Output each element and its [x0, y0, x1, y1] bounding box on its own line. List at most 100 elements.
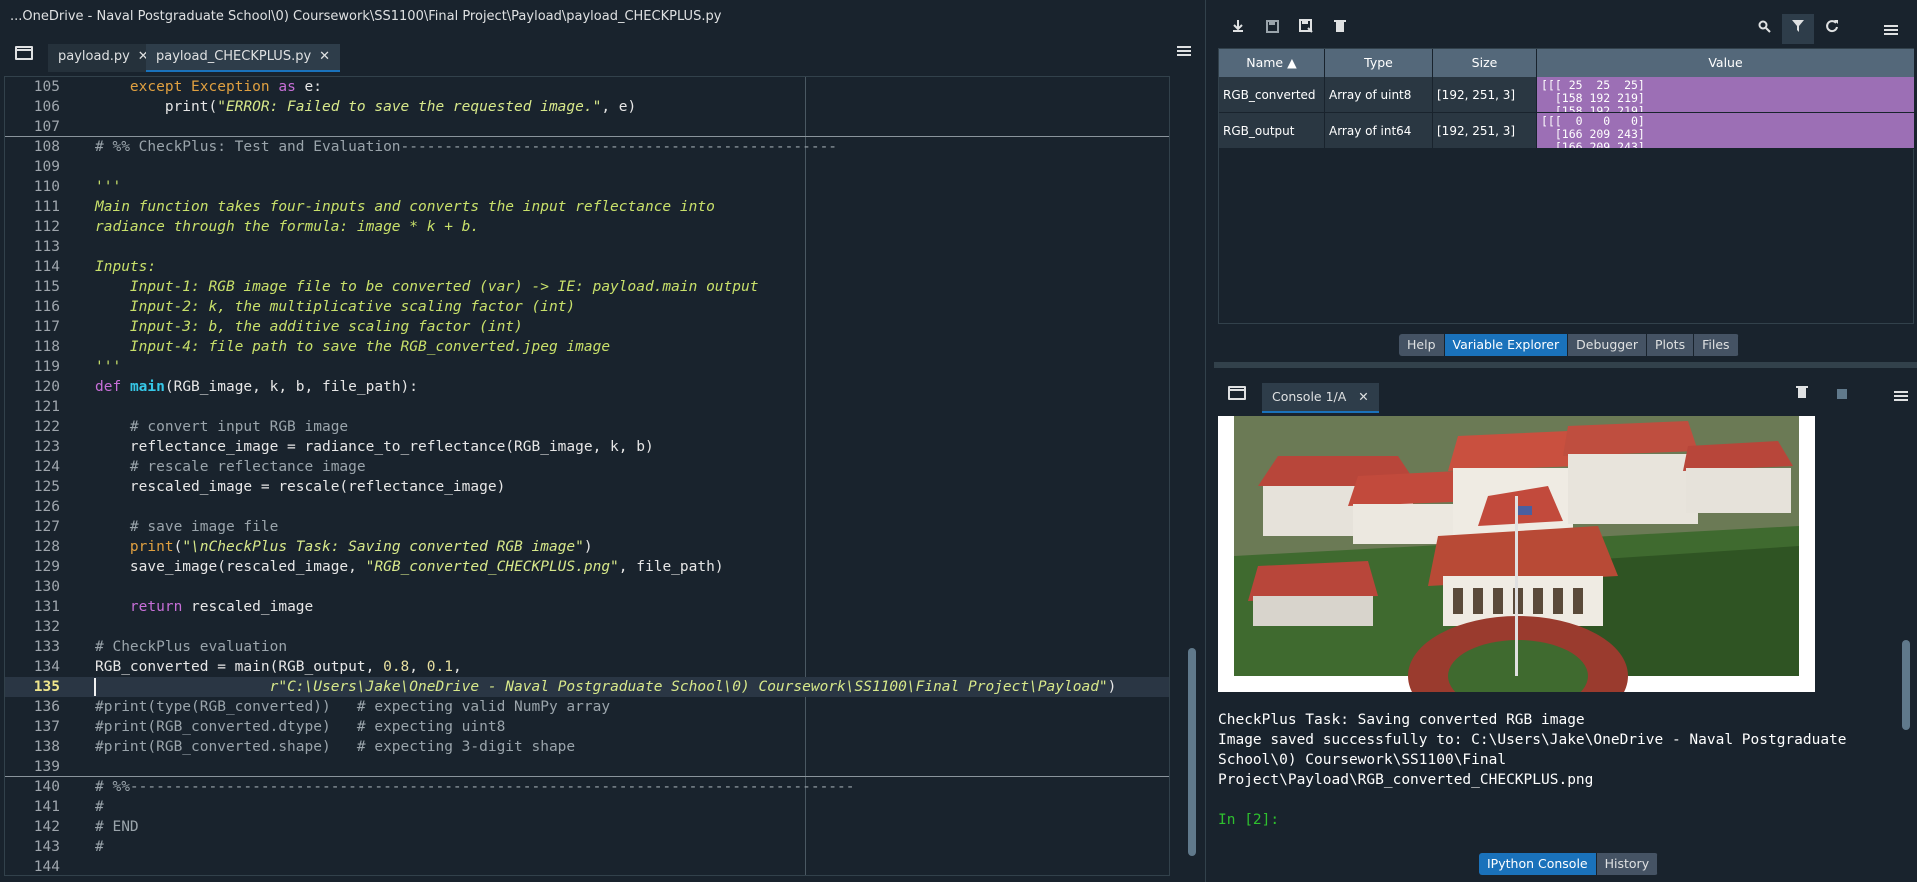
tab-plots[interactable]: Plots: [1647, 334, 1695, 356]
tab-label: payload.py: [58, 49, 130, 64]
clear-console-icon[interactable]: [1786, 380, 1818, 410]
line-number: 133: [33, 639, 60, 655]
tab-help[interactable]: Help: [1399, 334, 1445, 356]
browse-tabs-icon[interactable]: [15, 46, 33, 60]
line-number: 136: [33, 699, 60, 715]
tab-history[interactable]: History: [1596, 853, 1659, 875]
tab-console-1a[interactable]: Console 1/A ✕: [1262, 383, 1379, 413]
options-menu-icon[interactable]: [1884, 25, 1898, 35]
editor-scroll-handle[interactable]: [1188, 648, 1196, 856]
line-number: 108: [33, 139, 60, 155]
code-line: 129 save_image(rescaled_image, "RGB_conv…: [5, 557, 1169, 577]
line-number: 111: [33, 199, 60, 215]
cell-type: Array of int64: [1325, 113, 1433, 149]
line-number: 105: [33, 79, 60, 95]
stop-icon[interactable]: [1826, 380, 1858, 410]
code-line: 113: [5, 237, 1169, 257]
line-number: 125: [33, 479, 60, 495]
code-line: 124 # rescale reflectance image: [5, 457, 1169, 477]
console-scroll-handle[interactable]: [1902, 640, 1910, 730]
line-number: 109: [33, 159, 60, 175]
tab-variable-explorer[interactable]: Variable Explorer: [1444, 334, 1569, 356]
line-number: 135: [33, 679, 60, 695]
column-header-size[interactable]: Size: [1433, 49, 1537, 77]
code-line: 116 Input-2: k, the multiplicative scali…: [5, 297, 1169, 317]
options-menu-icon[interactable]: [1894, 391, 1908, 401]
line-number: 107: [33, 119, 60, 135]
cell-name: RGB_output: [1219, 113, 1325, 149]
tab-payload-checkplus-py[interactable]: payload_CHECKPLUS.py ✕: [146, 44, 341, 72]
line-number: 115: [33, 279, 60, 295]
console-output-area[interactable]: CheckPlus Task: Saving converted RGB ima…: [1218, 416, 1898, 838]
line-number: 126: [33, 499, 60, 515]
refresh-icon[interactable]: [1816, 14, 1848, 44]
column-header-type[interactable]: Type: [1325, 49, 1433, 77]
line-number: 140: [33, 779, 60, 795]
file-path-title: ...OneDrive - Naval Postgraduate School\…: [10, 9, 722, 24]
column-header-value[interactable]: Value: [1537, 49, 1915, 77]
close-icon[interactable]: ✕: [1358, 389, 1368, 404]
line-number: 120: [33, 379, 60, 395]
line-number: 144: [33, 859, 60, 875]
line-number: 132: [33, 619, 60, 635]
sort-ascending-icon: ▲: [1287, 55, 1297, 70]
line-number: 116: [33, 299, 60, 315]
line-number: 143: [33, 839, 60, 855]
code-line: 125 rescaled_image = rescale(reflectance…: [5, 477, 1169, 497]
filter-icon[interactable]: [1782, 14, 1814, 44]
code-line: 137 #print(RGB_converted.dtype) # expecti…: [5, 717, 1169, 737]
tab-payload-py[interactable]: payload.py ✕: [48, 44, 159, 72]
save-data-as-icon[interactable]: [1290, 14, 1322, 44]
tab-debugger[interactable]: Debugger: [1568, 334, 1648, 356]
line-number: 114: [33, 259, 60, 275]
line-number: 134: [33, 659, 60, 675]
column-header-name[interactable]: Name ▲: [1219, 49, 1325, 77]
code-line: 115 Input-1: RGB image file to be conver…: [5, 277, 1169, 297]
tab-files[interactable]: Files: [1694, 334, 1739, 356]
output-image: [1218, 416, 1815, 736]
remove-all-icon[interactable]: [1324, 14, 1356, 44]
code-line: 143 #: [5, 837, 1169, 857]
cell-size: [192, 251, 3]: [1433, 113, 1537, 149]
code-line: 118 Input-4: file path to save the RGB_c…: [5, 337, 1169, 357]
cell-value: [[[ 25 25 25] [158 192 219] [158 192 219…: [1537, 77, 1915, 113]
code-line: 108 # %% CheckPlus: Test and Evaluation--…: [5, 137, 1169, 157]
line-number: 106: [33, 99, 60, 115]
save-data-icon[interactable]: [1256, 14, 1288, 44]
line-number: 122: [33, 419, 60, 435]
code-line: 132: [5, 617, 1169, 637]
console-output-text: CheckPlus Task: Saving converted RGB ima…: [1218, 712, 1847, 788]
code-line: 127 # save image file: [5, 517, 1169, 537]
import-data-icon[interactable]: [1222, 14, 1254, 44]
browse-tabs-icon[interactable]: [1228, 386, 1246, 400]
top-pane-tabs: Help Variable Explorer Debugger Plots Fi…: [1399, 334, 1739, 356]
line-number: 131: [33, 599, 60, 615]
options-menu-icon[interactable]: [1177, 46, 1191, 56]
cell-value: [[[ 0 0 0] [166 209 243] [166 209 243]: [1537, 113, 1915, 149]
code-editor[interactable]: 105 except Exception as e: 106 print("ER…: [4, 76, 1170, 876]
pane-splitter[interactable]: [1214, 362, 1917, 368]
search-icon[interactable]: [1748, 14, 1780, 44]
variable-explorer-table: Name ▲ Type Size Value RGB_converted Arr…: [1218, 48, 1915, 324]
code-line: 123 reflectance_image = radiance_to_refl…: [5, 437, 1169, 457]
line-number: 121: [33, 399, 60, 415]
code-line: 121: [5, 397, 1169, 417]
console-tab-bar: Console 1/A ✕: [1214, 378, 1917, 414]
code-line: 130: [5, 577, 1169, 597]
code-line: 138 #print(RGB_converted.shape) # expecti…: [5, 737, 1169, 757]
code-line: 117 Input-3: b, the additive scaling fac…: [5, 317, 1169, 337]
console-scrollbar[interactable]: [1900, 418, 1912, 838]
console-prompt[interactable]: In [2]:: [1218, 812, 1279, 828]
line-number: 117: [33, 319, 60, 335]
code-line: 142 # END: [5, 817, 1169, 837]
code-line: 140 # %%---------------------------------…: [5, 777, 1169, 797]
tab-ipython-console[interactable]: IPython Console: [1479, 853, 1597, 875]
code-line: 111 Main function takes four-inputs and c…: [5, 197, 1169, 217]
line-number: 119: [33, 359, 60, 375]
code-line: 144: [5, 857, 1169, 875]
code-line: 109: [5, 157, 1169, 177]
cell-name: RGB_converted: [1219, 77, 1325, 113]
line-number: 118: [33, 339, 60, 355]
line-number: 142: [33, 819, 60, 835]
close-icon[interactable]: ✕: [319, 49, 330, 64]
